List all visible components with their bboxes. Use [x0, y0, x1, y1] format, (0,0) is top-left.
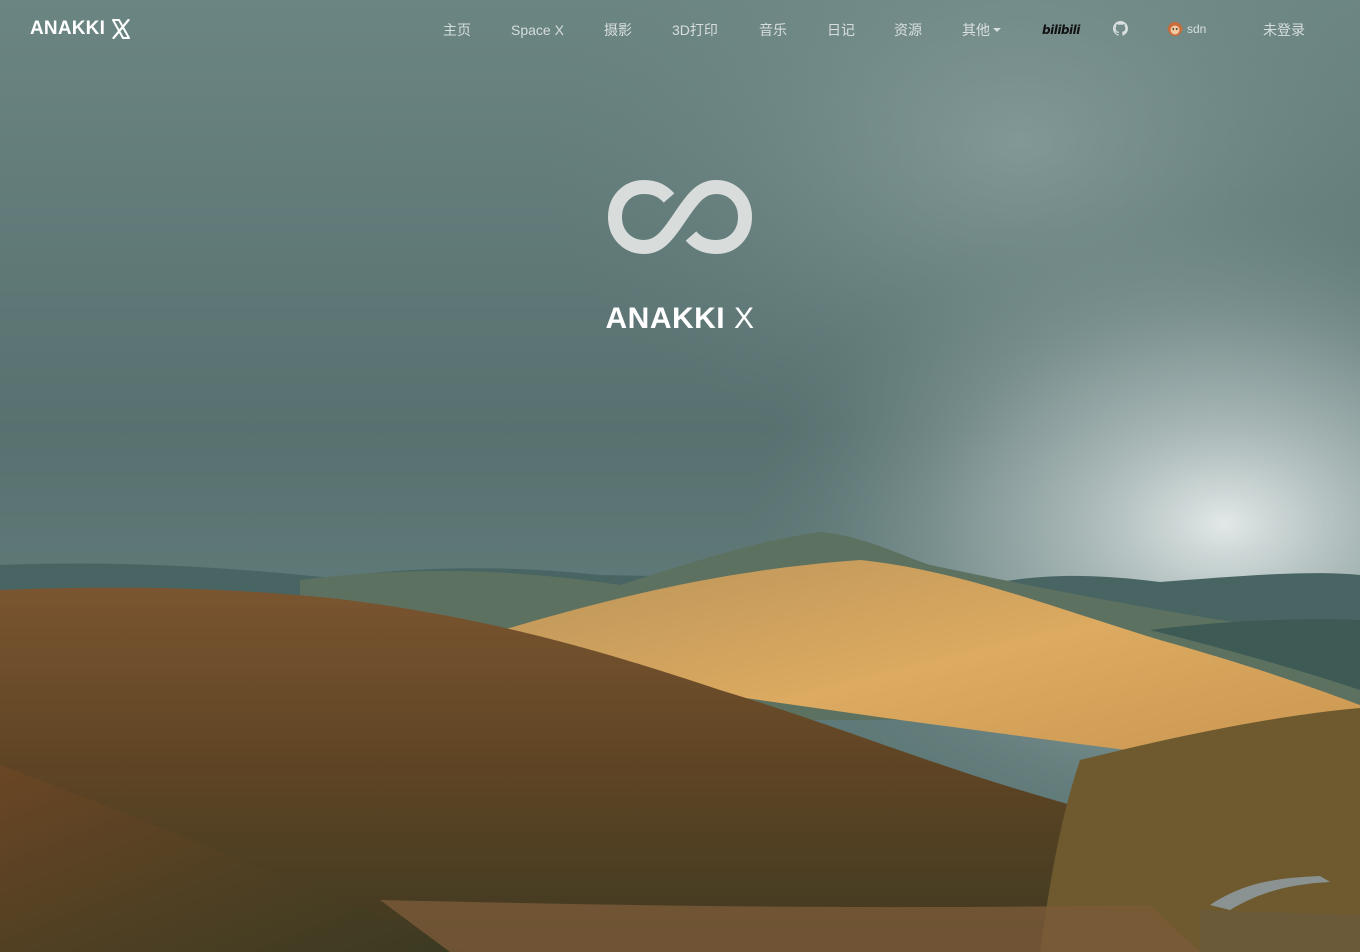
login-status-link[interactable]: 未登录 [1263, 20, 1305, 40]
nav-item-music[interactable]: 音乐 [759, 20, 787, 40]
nav-item-other-dropdown[interactable]: 其他 [962, 20, 1001, 40]
caret-down-icon [993, 28, 1001, 32]
hero-title-main: ANAKKI [605, 302, 726, 335]
nav-item-photography[interactable]: 摄影 [604, 20, 632, 40]
github-link[interactable] [1113, 21, 1129, 36]
nav-item-resources[interactable]: 资源 [894, 20, 922, 40]
hero-background-image [0, 0, 1360, 952]
nav-item-diary[interactable]: 日记 [827, 20, 855, 40]
csdn-label: sdn [1187, 22, 1207, 36]
infinity-icon [607, 179, 753, 255]
github-icon [1113, 21, 1129, 36]
brand-logo-link[interactable]: ANAKKI [30, 16, 131, 42]
top-navbar: ANAKKI 主页 Space X 摄影 3D打印 音乐 日记 资源 其他 bi… [0, 0, 1360, 60]
nav-item-spacex[interactable]: Space X [511, 20, 564, 40]
brand-name: ANAKKI [30, 18, 106, 39]
bilibili-link[interactable]: bilibili [1042, 21, 1080, 39]
hero-title-mark: X [734, 302, 755, 335]
x-logo-icon [112, 19, 131, 39]
hero-title: ANAKKI X [0, 302, 1360, 336]
nav-item-home[interactable]: 主页 [443, 20, 471, 40]
csdn-link[interactable]: sdn [1167, 20, 1206, 38]
monkey-avatar-icon [1167, 22, 1183, 36]
nav-item-3d-printing[interactable]: 3D打印 [672, 20, 718, 40]
nav-item-other-label: 其他 [962, 22, 990, 38]
